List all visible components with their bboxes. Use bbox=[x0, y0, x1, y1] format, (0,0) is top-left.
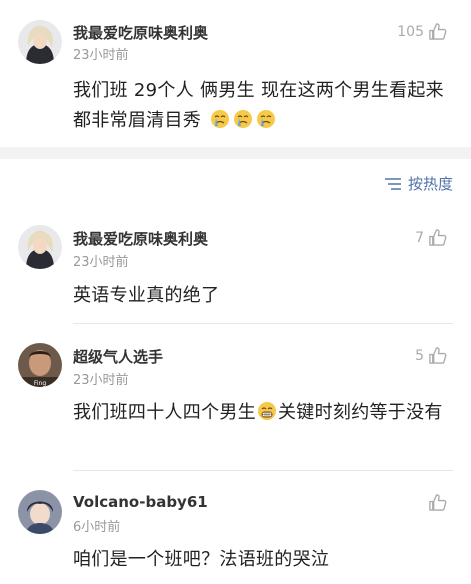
divider bbox=[73, 323, 453, 324]
sort-lines-icon bbox=[384, 177, 401, 190]
avatar[interactable] bbox=[18, 20, 62, 64]
comment-text: 我们班四十人四个男生 关键时刻约等于没有 bbox=[73, 398, 451, 428]
crying-face-icon bbox=[234, 110, 253, 128]
section-separator bbox=[0, 147, 471, 159]
avatar[interactable]: Fing bbox=[18, 343, 62, 387]
avatar[interactable] bbox=[18, 490, 62, 534]
thumbs-up-icon bbox=[429, 229, 447, 246]
comment-text: 英语专业真的绝了 bbox=[73, 285, 220, 306]
like-count: 7 bbox=[415, 229, 424, 246]
avatar-anime-character-icon bbox=[18, 490, 62, 534]
like-button[interactable] bbox=[424, 493, 447, 512]
avatar-blonde-woman-icon bbox=[18, 225, 62, 269]
avatar-blonde-woman-icon bbox=[18, 20, 62, 64]
avatar-man-photo-icon: Fing bbox=[18, 343, 62, 387]
like-count: 5 bbox=[415, 347, 424, 364]
thumbs-up-icon bbox=[429, 347, 447, 364]
comment-time: 23小时前 bbox=[73, 48, 129, 63]
thumbs-up-icon bbox=[429, 23, 447, 40]
comment-body-part1: 我们班四十人四个男生 bbox=[73, 402, 256, 423]
crying-face-icon bbox=[211, 110, 230, 128]
comment-time: 6小时前 bbox=[73, 520, 121, 535]
sort-by-hot-button[interactable]: 按热度 bbox=[384, 173, 453, 194]
commenter-name[interactable]: 超级气人选手 bbox=[73, 346, 163, 367]
grinning-face-icon bbox=[258, 402, 276, 420]
avatar[interactable] bbox=[18, 225, 62, 269]
like-button[interactable]: 5 bbox=[415, 346, 447, 365]
sort-label: 按热度 bbox=[407, 175, 453, 193]
comment-time: 23小时前 bbox=[73, 255, 129, 270]
like-button[interactable]: 7 bbox=[415, 228, 447, 247]
commenter-name[interactable]: 我最爱吃原味奥利奥 bbox=[73, 22, 208, 43]
svg-text:Fing: Fing bbox=[34, 380, 46, 387]
comment-text: 我们班 29个人 俩男生 现在这两个男生看起来都非常眉清目秀 bbox=[73, 76, 451, 136]
crying-face-icon bbox=[257, 110, 276, 128]
commenter-name[interactable]: Volcano-baby61 bbox=[73, 493, 208, 511]
like-count: 105 bbox=[397, 23, 424, 40]
comment-time: 23小时前 bbox=[73, 373, 129, 388]
comment-body-part2: 关键时刻约等于没有 bbox=[278, 402, 443, 423]
like-button[interactable]: 105 bbox=[397, 22, 447, 41]
comment-text: 咱们是一个班吧？法语班的哭泣 bbox=[73, 549, 330, 570]
thumbs-up-icon bbox=[429, 494, 447, 511]
commenter-name[interactable]: 我最爱吃原味奥利奥 bbox=[73, 228, 208, 249]
divider bbox=[73, 470, 453, 471]
